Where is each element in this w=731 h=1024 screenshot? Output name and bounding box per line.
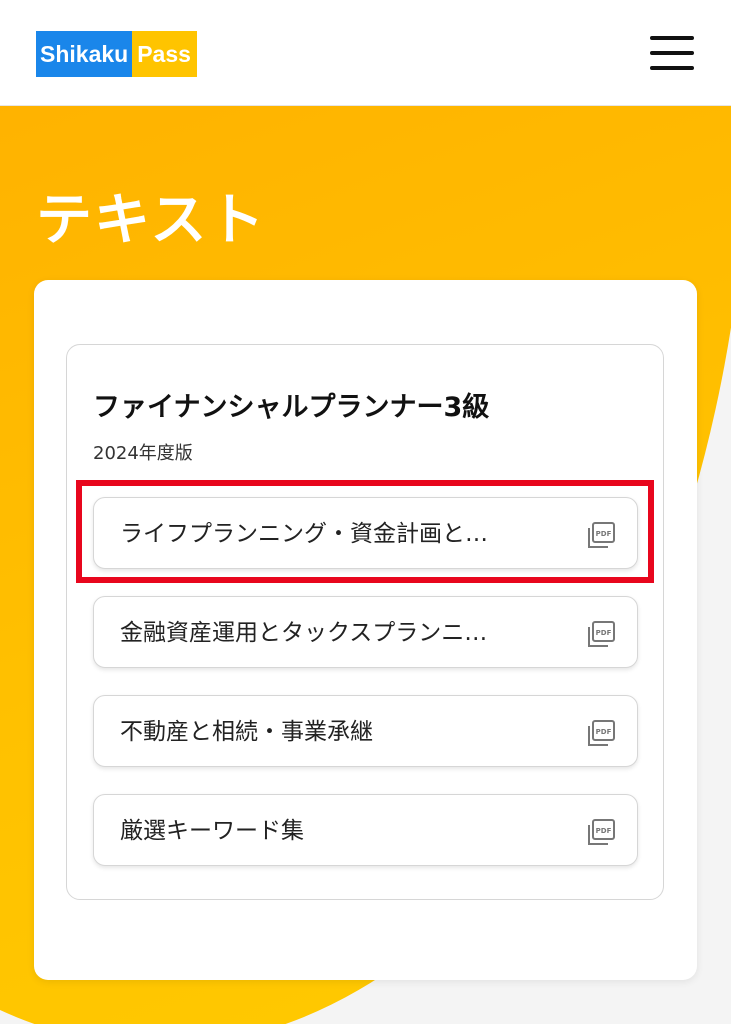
chapter-link-4[interactable]: 厳選キーワード集 PDF (93, 794, 638, 866)
pdf-icon: PDF (588, 720, 615, 746)
chapter-link-2[interactable]: 金融資産運用とタックスプランニ… PDF (93, 596, 638, 668)
book-edition: 2024年度版 (93, 443, 193, 464)
textbook-card: ファイナンシャルプランナー3級 2024年度版 ライフプランニング・資金計画と…… (34, 280, 697, 980)
logo-text-pass: Pass (132, 31, 197, 77)
page-title: テキスト (36, 188, 267, 253)
pdf-icon: PDF (588, 621, 615, 647)
chapter-link-3[interactable]: 不動産と相続・事業承継 PDF (93, 695, 638, 767)
chapter-label: 不動産と相続・事業承継 (120, 719, 373, 745)
hamburger-menu-icon[interactable] (648, 36, 696, 70)
highlight-box (76, 480, 654, 583)
menu-bar (650, 66, 694, 70)
menu-bar (650, 36, 694, 40)
book-title: ファイナンシャルプランナー3級 (93, 392, 490, 423)
chapter-label: 金融資産運用とタックスプランニ… (120, 620, 488, 646)
book-panel: ファイナンシャルプランナー3級 2024年度版 ライフプランニング・資金計画と…… (66, 344, 664, 900)
svg-text:PDF: PDF (596, 728, 612, 736)
site-header: Shikaku Pass (0, 0, 731, 106)
pdf-icon: PDF (588, 819, 615, 845)
svg-text:PDF: PDF (596, 827, 612, 835)
logo-text-shikaku: Shikaku (36, 31, 133, 77)
menu-bar (650, 51, 694, 55)
svg-text:PDF: PDF (596, 629, 612, 637)
chapter-label: 厳選キーワード集 (120, 818, 304, 844)
shikakupass-logo[interactable]: Shikaku Pass (36, 31, 197, 77)
